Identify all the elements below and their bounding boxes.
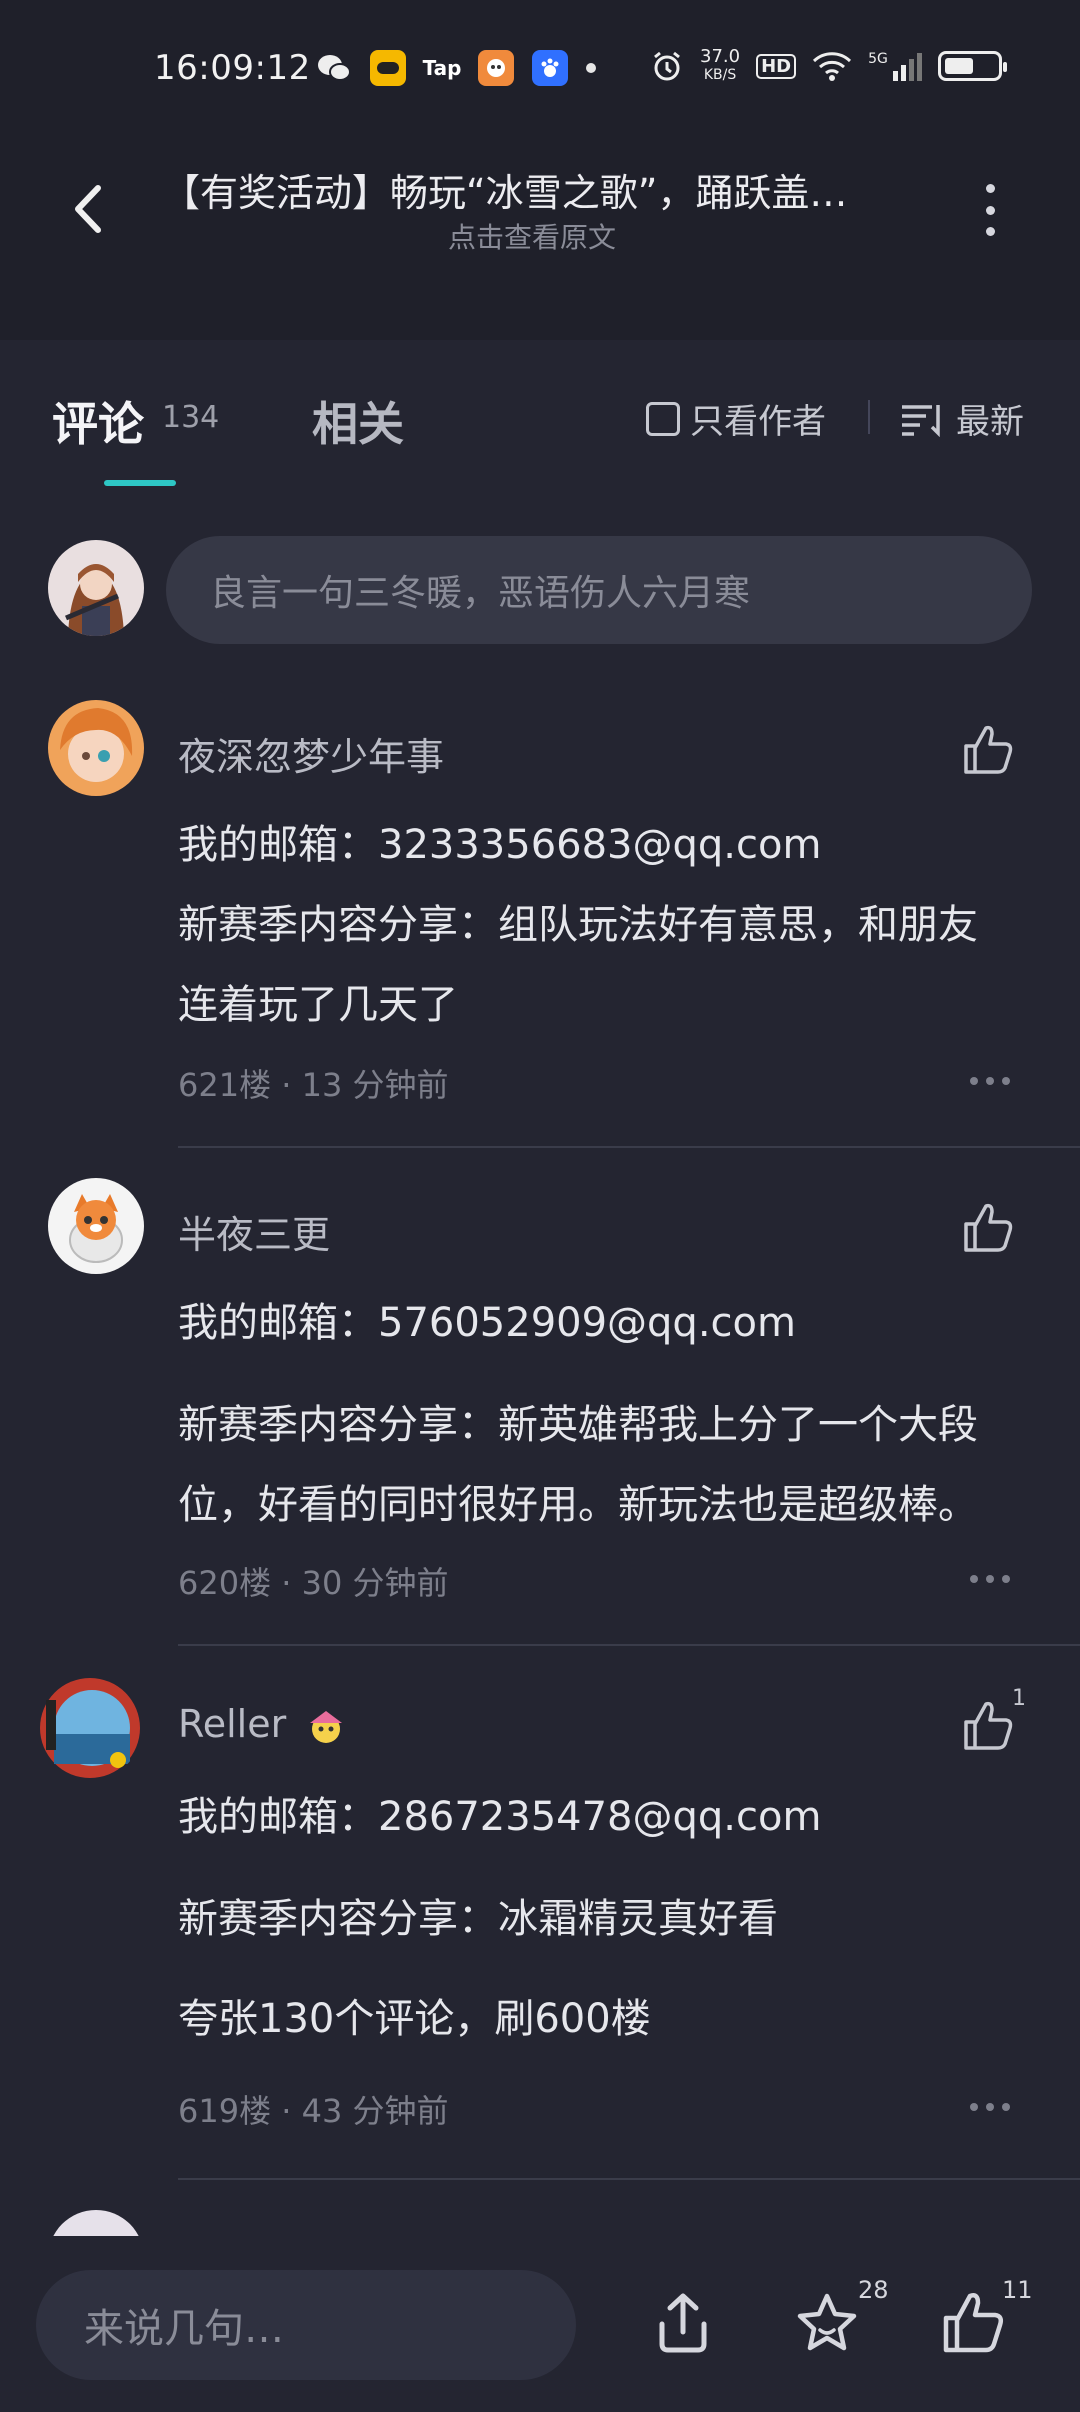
comment-more-button[interactable] [970, 2102, 1010, 2112]
thumbs-up-icon [964, 1203, 1013, 1252]
chevron-left-icon [75, 185, 101, 233]
comment-meta: 619楼 · 43 分钟前 [178, 2092, 449, 2130]
comment-text-line: 位，好看的同时很好用。新玩法也是超级棒。 [178, 1482, 978, 1528]
like-button[interactable] [960, 1698, 1016, 1754]
post-likes-count: 11 [1002, 2276, 1033, 2304]
comment-text-line: 夸张130个评论，刷600楼 [178, 1996, 651, 2042]
back-button[interactable] [58, 174, 118, 244]
thumbs-up-icon [964, 725, 1013, 774]
comment-text-line: 新赛季内容分享：组队玩法好有意思，和朋友 [178, 902, 978, 948]
more-dot [970, 1575, 978, 1583]
comment-tabs: 评论 134 相关 只看作者 最新 [0, 340, 1080, 490]
like-post-button[interactable] [938, 2288, 1008, 2358]
share-icon [659, 2293, 707, 2353]
sort-label: 最新 [956, 402, 1024, 442]
my-avatar[interactable] [48, 540, 144, 636]
sort-button[interactable]: 最新 [900, 394, 1024, 443]
status-time: 16:09:12 [154, 48, 311, 88]
comment-divider [178, 1146, 1080, 1148]
comment-divider [178, 2178, 1080, 2180]
more-dot [970, 1077, 978, 1085]
thumbs-up-icon [943, 2293, 1004, 2353]
more-options-button[interactable] [972, 180, 1008, 240]
like-button[interactable] [960, 1200, 1016, 1256]
more-dot [1002, 1077, 1010, 1085]
thumbs-up-icon [964, 1701, 1013, 1750]
post-header: 【有奖活动】畅玩“冰雪之歌”，踊跃盖… 点击查看原文 [0, 140, 1080, 340]
author-only-toggle[interactable]: 只看作者 [646, 394, 826, 443]
like-button[interactable] [960, 722, 1016, 778]
commenter-name[interactable]: 半夜三更 [178, 1204, 330, 1259]
star-icon [797, 2293, 857, 2351]
notification-icons: Tap [316, 50, 596, 86]
tab-related[interactable]: 相关 [312, 388, 404, 454]
reply-input[interactable]: 来说几句… [36, 2270, 576, 2380]
favorites-count: 28 [858, 2276, 889, 2304]
comments-count: 134 [162, 400, 220, 435]
comment-text-line: 我的邮箱：576052909@qq.com [178, 1300, 796, 1346]
user-badge-icon [310, 1710, 343, 1743]
like-count: 1 [1012, 1686, 1026, 1711]
wifi-icon [813, 52, 852, 81]
tap-icon: Tap [422, 56, 462, 80]
author-only-checkbox[interactable] [646, 401, 680, 436]
comment-text-line: 我的邮箱：3233356683@qq.com [178, 822, 822, 868]
app-icon-yellow [370, 50, 406, 86]
battery-level [944, 58, 973, 74]
comment-text-line: 我的邮箱：2867235478@qq.com [178, 1794, 822, 1840]
sort-icon [902, 404, 940, 437]
bottom-action-bar: 来说几句… 28 11 [0, 2236, 1080, 2412]
wechat-icon [316, 50, 352, 86]
active-tab-indicator [104, 480, 176, 486]
alarm-icon [654, 51, 680, 81]
hd-badge: HD [756, 53, 797, 79]
more-dot [1002, 2103, 1010, 2111]
commenter-avatar[interactable] [48, 1178, 144, 1274]
comment-more-button[interactable] [970, 1574, 1010, 1584]
tab-comments[interactable]: 评论 [52, 388, 144, 454]
more-dot [970, 2103, 978, 2111]
favorite-button[interactable] [792, 2288, 862, 2358]
post-title[interactable]: 【有奖活动】畅玩“冰雪之歌”，踊跃盖… [162, 162, 922, 217]
status-bar: 16:09:12 Tap 37.0 KB/S HD 5G [0, 0, 1080, 140]
baidu-icon [532, 50, 568, 86]
commenter-name-text: Reller [178, 1702, 287, 1746]
post-comments-page: 16:09:12 Tap 37.0 KB/S HD 5G 【有奖活动】畅玩“冰雪… [0, 0, 1080, 2412]
speed-unit: KB/S [703, 67, 737, 83]
comment-more-button[interactable] [970, 1076, 1010, 1086]
more-dot [985, 205, 995, 215]
commenter-avatar[interactable] [48, 700, 144, 796]
comment-text-line: 新赛季内容分享：冰霜精灵真好看 [178, 1896, 778, 1942]
more-notifications-dot [586, 63, 596, 73]
network-speed: 37.0 KB/S [700, 48, 740, 84]
comment-input[interactable]: 良言一句三冬暖，恶语伤人六月寒 [166, 536, 1032, 644]
network-type: 5G [868, 51, 888, 67]
more-dot [1002, 1575, 1010, 1583]
comment-meta: 621楼 · 13 分钟前 [178, 1066, 449, 1104]
commenter-name[interactable]: Reller [178, 1702, 348, 1747]
speed-value: 37.0 [700, 46, 741, 67]
comment-divider [178, 1644, 1080, 1646]
comment-text-line: 连着玩了几天了 [178, 982, 458, 1028]
more-dot [986, 1575, 994, 1583]
comment-meta: 620楼 · 30 分钟前 [178, 1564, 449, 1602]
system-icons: 37.0 KB/S HD 5G [650, 48, 1007, 84]
commenter-avatar[interactable] [38, 1676, 142, 1780]
cellular-signal: 5G [868, 51, 922, 81]
comment-text-line: 新赛季内容分享：新英雄帮我上分了一个大段 [178, 1402, 978, 1448]
app-icon-orange [478, 50, 514, 86]
share-button[interactable] [648, 2288, 718, 2358]
tabs-divider [868, 400, 870, 434]
author-only-label: 只看作者 [690, 402, 826, 442]
more-dot [986, 2103, 994, 2111]
more-dot [986, 1077, 994, 1085]
view-original-link[interactable]: 点击查看原文 [162, 216, 902, 256]
battery-icon [937, 51, 1007, 81]
commenter-name[interactable]: 夜深忽梦少年事 [178, 726, 444, 781]
more-dot [985, 184, 995, 193]
more-dot [985, 227, 995, 236]
